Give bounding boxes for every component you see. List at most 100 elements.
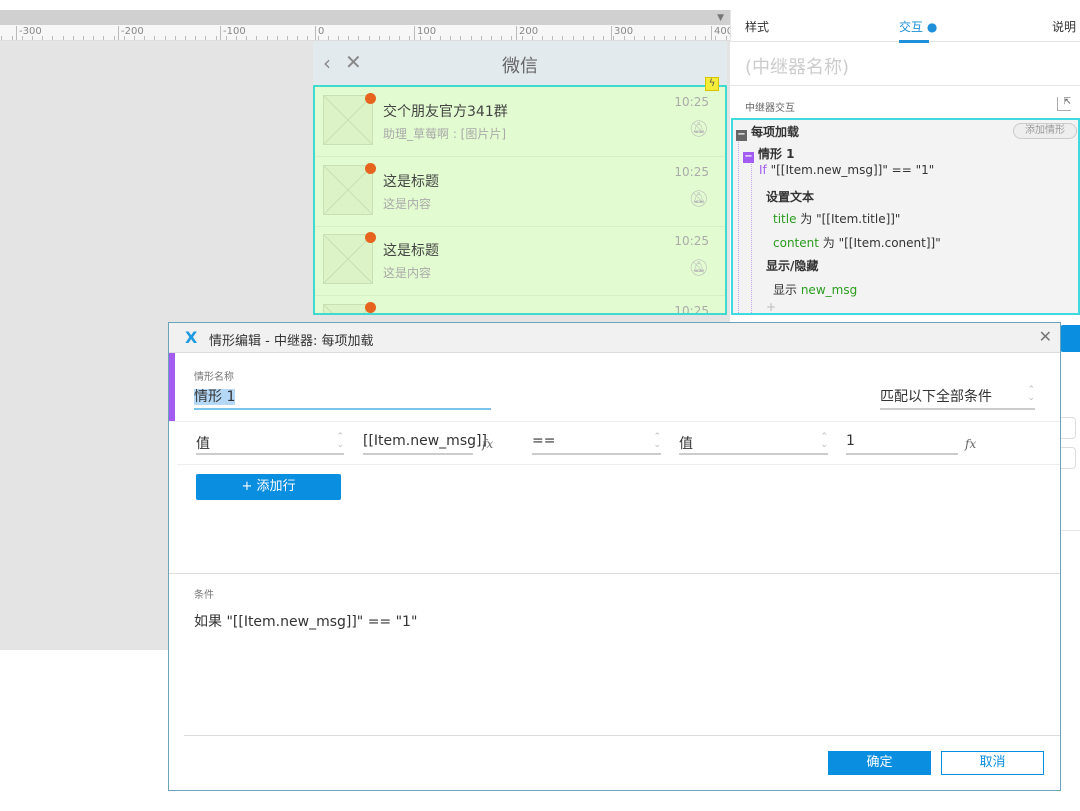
new-message-dot (365, 93, 376, 104)
item-time: 10:25 (674, 234, 709, 248)
ruler-tick (593, 36, 594, 40)
ruler-tick (572, 36, 574, 40)
panel-input[interactable] (1060, 447, 1076, 469)
ruler-tick (582, 36, 584, 40)
collapse-icon[interactable]: − (743, 152, 754, 163)
ruler-label: -300 (16, 26, 42, 40)
ruler-tick (470, 36, 472, 40)
add-case-button[interactable]: 添加情形 (1013, 123, 1077, 139)
ruler-tick (103, 36, 105, 40)
ruler-tick (480, 36, 482, 40)
action-show-hide[interactable]: 显示/隐藏 (766, 257, 818, 274)
action-set-text[interactable]: 设置文本 (766, 188, 814, 205)
ruler-tick (195, 36, 197, 40)
new-message-dot (365, 232, 376, 243)
fx-icon[interactable]: fx (965, 437, 976, 451)
target-widget: new_msg (800, 283, 858, 297)
repeater-name-input[interactable]: (中继器名称) (745, 53, 849, 79)
right-value-input[interactable]: 1 (846, 433, 958, 455)
case-name-label: 情形名称 (194, 372, 234, 383)
right-type-select[interactable]: 值 ⌃ ⌄ (679, 433, 828, 455)
value-text: 为 "[[Item.title]]" (796, 212, 901, 226)
cancel-button[interactable]: 取消 (941, 751, 1044, 775)
action-detail: content 为 "[[Item.conent]]" (773, 234, 941, 251)
ruler-tick (715, 36, 717, 40)
list-item[interactable]: 短信营销专题 10:25 (315, 296, 725, 315)
ruler-label: 400 (711, 26, 730, 40)
repeater-list[interactable]: 交个朋友官方341群 助理_草莓啊 : [图片片] 10:25 🔕︎ 这是标题 … (313, 85, 727, 315)
ruler-tick (62, 36, 64, 40)
ruler-tick (83, 36, 84, 40)
item-content: 助理_草莓啊 : [图片片] (383, 127, 507, 141)
case-item[interactable]: − 情形 1 (743, 145, 795, 163)
ruler-tick (225, 36, 227, 40)
close-icon[interactable]: ✕ (1039, 327, 1052, 346)
fx-icon[interactable]: fx (482, 437, 493, 451)
event-on-item-load[interactable]: − 每项加载 (736, 123, 799, 141)
ruler-tick (72, 36, 74, 40)
ruler-tick (113, 36, 115, 40)
canvas-toolbar: ▼ (0, 10, 730, 25)
tab-notes[interactable]: 说明 (1052, 18, 1076, 35)
left-type-select[interactable]: 值 ⌃ ⌄ (196, 433, 344, 455)
panel-input[interactable] (1060, 417, 1076, 439)
ruler-tick (276, 36, 278, 40)
list-item[interactable]: 这是标题 这是内容 10:25 🔕︎ (315, 226, 725, 296)
dialog-titlebar[interactable]: X 情形编辑 - 中继器: 每项加载 ✕ (169, 323, 1060, 353)
ruler-label: -100 (220, 26, 246, 40)
ruler-tick (42, 36, 44, 40)
ruler-tick (317, 36, 319, 40)
tab-label: 交互 (899, 20, 924, 34)
ruler-tick (307, 36, 309, 40)
ruler-tick (511, 36, 513, 40)
select-value: 值 (679, 436, 693, 452)
value-text: 显示 (773, 283, 801, 297)
ruler-tick (654, 36, 656, 40)
ruler-tick (174, 36, 176, 40)
list-item[interactable]: 这是标题 这是内容 10:25 🔕︎ (315, 157, 725, 227)
left-value-input[interactable]: [[Item.new_msg]] (363, 433, 487, 455)
mute-bell-icon: 🔕︎ (688, 188, 709, 208)
interaction-lightning-icon[interactable]: ϟ (705, 77, 719, 91)
tab-interactions[interactable]: 交互 ● (899, 18, 937, 43)
action-detail: 显示 new_msg (773, 281, 857, 298)
tab-style[interactable]: 样式 (745, 18, 769, 35)
value-text: 为 "[[Item.conent]]" (818, 236, 941, 250)
ruler-tick (185, 36, 186, 40)
operator-select[interactable]: == ⌃ ⌄ (532, 433, 661, 455)
ok-button[interactable]: 确定 (828, 751, 931, 775)
ruler-tick (134, 36, 135, 40)
ruler-tick (205, 36, 207, 40)
item-time: 10:25 (674, 303, 709, 315)
ruler-tick (389, 36, 390, 40)
item-content: 这是内容 (383, 266, 432, 280)
ruler-tick (256, 36, 258, 40)
ruler-tick (664, 36, 666, 40)
divider (730, 85, 1080, 86)
ruler-tick (491, 36, 492, 40)
ruler-tick (725, 36, 727, 40)
item-time: 10:25 (674, 95, 709, 109)
ruler-tick (419, 36, 421, 40)
list-item[interactable]: 交个朋友官方341群 助理_草莓啊 : [图片片] 10:25 🔕︎ (315, 87, 725, 157)
case-name-input[interactable]: 情形 1 (194, 386, 491, 410)
collapse-icon[interactable]: − (736, 130, 747, 141)
event-label: 每项加载 (751, 125, 800, 139)
ruler-tick (399, 36, 401, 40)
ruler-tick (338, 36, 339, 40)
dropdown-icon[interactable]: ▼ (717, 13, 724, 23)
ruler-tick (154, 36, 156, 40)
ruler-tick (429, 36, 431, 40)
mute-bell-icon: 🔕︎ (688, 258, 709, 277)
add-action-icon[interactable]: + (766, 300, 776, 314)
match-mode-select[interactable]: 匹配以下全部条件 ⌃ ⌄ (880, 386, 1035, 410)
panel-button[interactable] (1060, 325, 1080, 352)
expand-icon[interactable]: ⇱ (1057, 97, 1071, 111)
ruler-tick (236, 36, 237, 40)
ruler-tick (21, 36, 23, 40)
image-placeholder (323, 95, 373, 145)
add-row-button[interactable]: + 添加行 (196, 474, 341, 500)
ruler-tick (695, 36, 696, 40)
case-color-stripe (169, 353, 175, 421)
input-value: [[Item.new_msg]] (363, 433, 487, 449)
